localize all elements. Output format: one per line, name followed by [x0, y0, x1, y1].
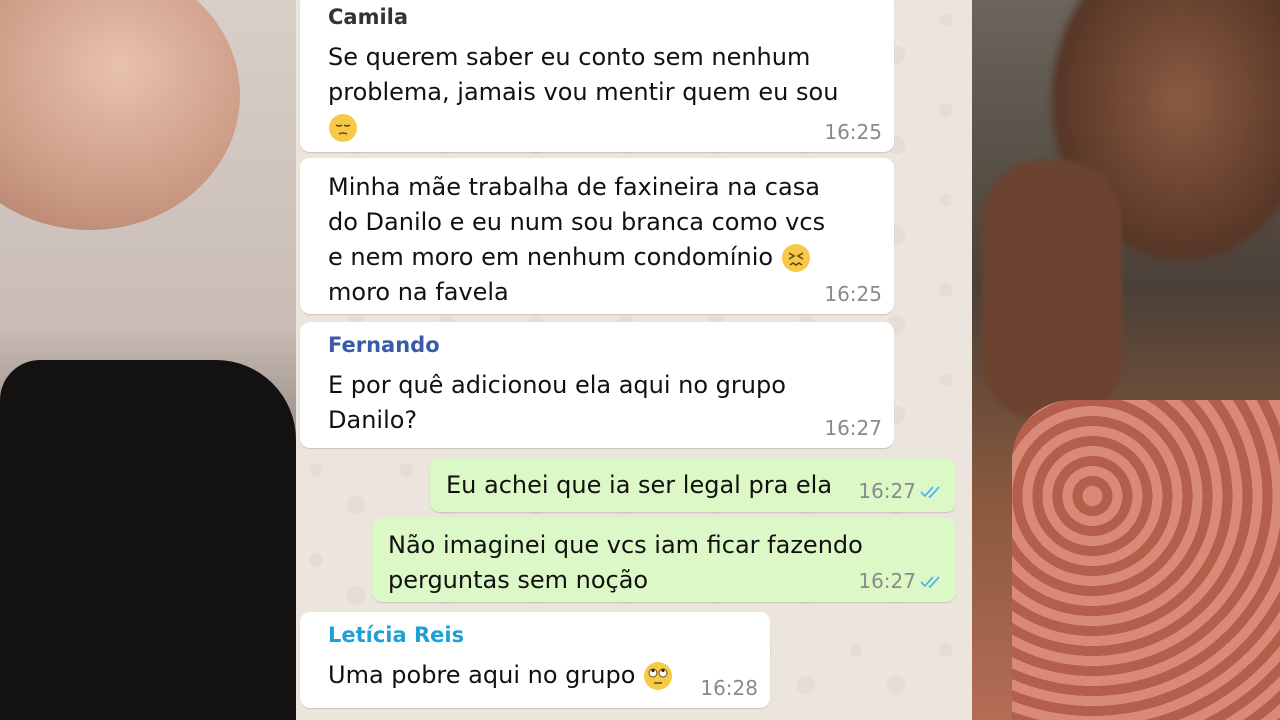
read-receipt-icon [920, 570, 944, 594]
message-time: 16:25 [824, 282, 882, 306]
sender-name: Fernando [328, 333, 440, 357]
right-person-shirt [1012, 400, 1280, 720]
sender-name: Camila [328, 5, 409, 29]
message-bubble[interactable]: Fernando E por quê adicionou ela aqui no… [300, 322, 894, 448]
chat-area[interactable]: Camila Se querem saber eu conto sem nenh… [296, 0, 972, 720]
message-text: Não imaginei que vcs iam ficar fazendo p… [388, 531, 863, 594]
confounded-emoji-icon [781, 243, 811, 273]
message-text: E por quê adicionou ela aqui no grupo Da… [328, 371, 786, 434]
left-photo-panel [0, 0, 296, 720]
message-time: 16:28 [700, 676, 758, 700]
right-person-hand [982, 160, 1122, 420]
message-bubble[interactable]: Camila Se querem saber eu conto sem nenh… [300, 0, 894, 152]
message-text: Uma pobre aqui no grupo [328, 658, 754, 693]
message-bubble[interactable]: Minha mãe trabalha de faxineira na casa … [300, 158, 894, 314]
message-bubble-outgoing[interactable]: Eu achei que ia ser legal pra ela 16:27 [430, 458, 956, 512]
message-bubble[interactable]: Letícia Reis Uma pobre aqui no grupo 16:… [300, 612, 770, 708]
right-photo-panel [972, 0, 1280, 720]
eye-roll-emoji-icon [643, 661, 673, 691]
message-time: 16:25 [824, 120, 882, 144]
left-person-shirt [0, 360, 296, 720]
sender-name: Letícia Reis [328, 623, 465, 647]
message-time: 16:27 [858, 569, 944, 595]
message-text: Se querem saber eu conto sem nenhum prob… [328, 40, 878, 145]
read-receipt-icon [920, 480, 944, 504]
message-bubble-outgoing[interactable]: Não imaginei que vcs iam ficar fazendo p… [372, 518, 956, 602]
message-text: Minha mãe trabalha de faxineira na casa … [328, 173, 826, 306]
message-time: 16:27 [824, 416, 882, 440]
pensive-emoji-icon [328, 113, 358, 143]
message-time: 16:27 [858, 479, 944, 505]
left-person-face [0, 0, 240, 230]
